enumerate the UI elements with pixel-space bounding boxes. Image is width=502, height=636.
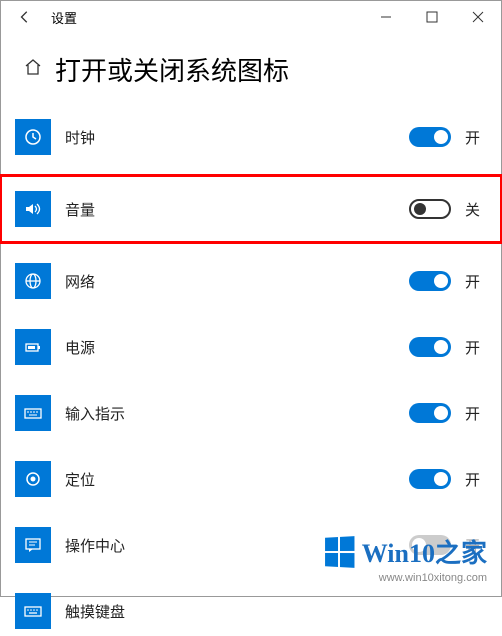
input-indicator-icon <box>15 395 51 431</box>
page-header: 打开或关闭系统图标 <box>1 33 501 112</box>
setting-row-touch-keyboard: 触摸键盘 <box>15 586 487 636</box>
back-button[interactable] <box>9 1 41 33</box>
toggle-state-label: 开 <box>465 271 487 292</box>
power-icon <box>15 329 51 365</box>
setting-label: 网络 <box>65 271 95 292</box>
setting-label: 输入指示 <box>65 403 125 424</box>
setting-row-location: 定位 开 <box>15 454 487 504</box>
setting-label: 时钟 <box>65 127 95 148</box>
minimize-button[interactable] <box>363 1 409 33</box>
setting-row-clock: 时钟 开 <box>15 112 487 162</box>
windows-logo-icon <box>325 536 354 568</box>
setting-label: 操作中心 <box>65 535 125 556</box>
toggle-location[interactable] <box>409 469 451 489</box>
setting-row-network: 网络 开 <box>15 256 487 306</box>
location-icon <box>15 461 51 497</box>
toggle-state-label: 开 <box>465 337 487 358</box>
home-icon[interactable] <box>23 57 43 82</box>
setting-row-power: 电源 开 <box>15 322 487 372</box>
network-icon <box>15 263 51 299</box>
toggle-network[interactable] <box>409 271 451 291</box>
setting-label: 音量 <box>65 199 95 220</box>
volume-icon <box>15 191 51 227</box>
setting-label: 触摸键盘 <box>65 601 125 622</box>
toggle-clock[interactable] <box>409 127 451 147</box>
titlebar: 设置 <box>1 1 501 33</box>
close-button[interactable] <box>455 1 501 33</box>
toggle-state-label: 关 <box>465 199 487 220</box>
watermark-brand: Win10之家 <box>362 533 487 570</box>
setting-row-input-indicator: 输入指示 开 <box>15 388 487 438</box>
toggle-state-label: 开 <box>465 127 487 148</box>
toggle-state-label: 开 <box>465 469 487 490</box>
toggle-volume[interactable] <box>409 199 451 219</box>
toggle-state-label: 开 <box>465 403 487 424</box>
toggle-power[interactable] <box>409 337 451 357</box>
clock-icon <box>15 119 51 155</box>
setting-label: 电源 <box>65 337 95 358</box>
touch-keyboard-icon <box>15 593 51 629</box>
watermark: Win10之家 www.win10xitong.com <box>324 533 487 584</box>
setting-label: 定位 <box>65 469 95 490</box>
maximize-button[interactable] <box>409 1 455 33</box>
toggle-input-indicator[interactable] <box>409 403 451 423</box>
setting-row-volume: 音量 关 <box>3 178 499 240</box>
watermark-url: www.win10xitong.com <box>324 572 487 584</box>
page-title: 打开或关闭系统图标 <box>55 51 289 88</box>
window-title: 设置 <box>51 8 77 27</box>
action-center-icon <box>15 527 51 563</box>
